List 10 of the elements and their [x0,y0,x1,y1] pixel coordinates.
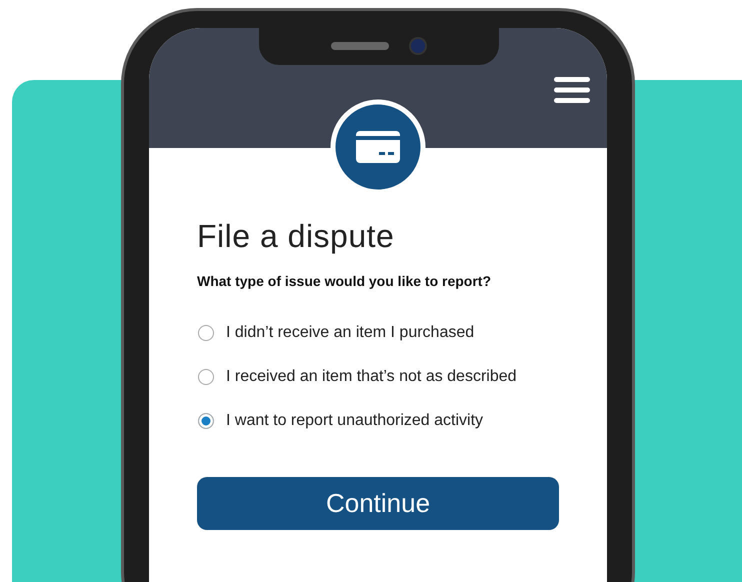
radio-button[interactable] [198,369,214,385]
question-text: What type of issue would you like to report? [197,273,492,289]
radio-button[interactable] [198,413,214,429]
page-title: File a dispute [197,218,396,255]
option-label[interactable]: I didn’t receive an item I purchased [226,321,474,345]
continue-button[interactable]: Continue [197,477,559,530]
menu-icon[interactable] [554,77,590,103]
option-label[interactable]: I want to report unauthorized activity [226,409,484,433]
radio-button[interactable] [198,325,214,341]
option-label[interactable]: I received an item that’s not as described [226,365,517,389]
